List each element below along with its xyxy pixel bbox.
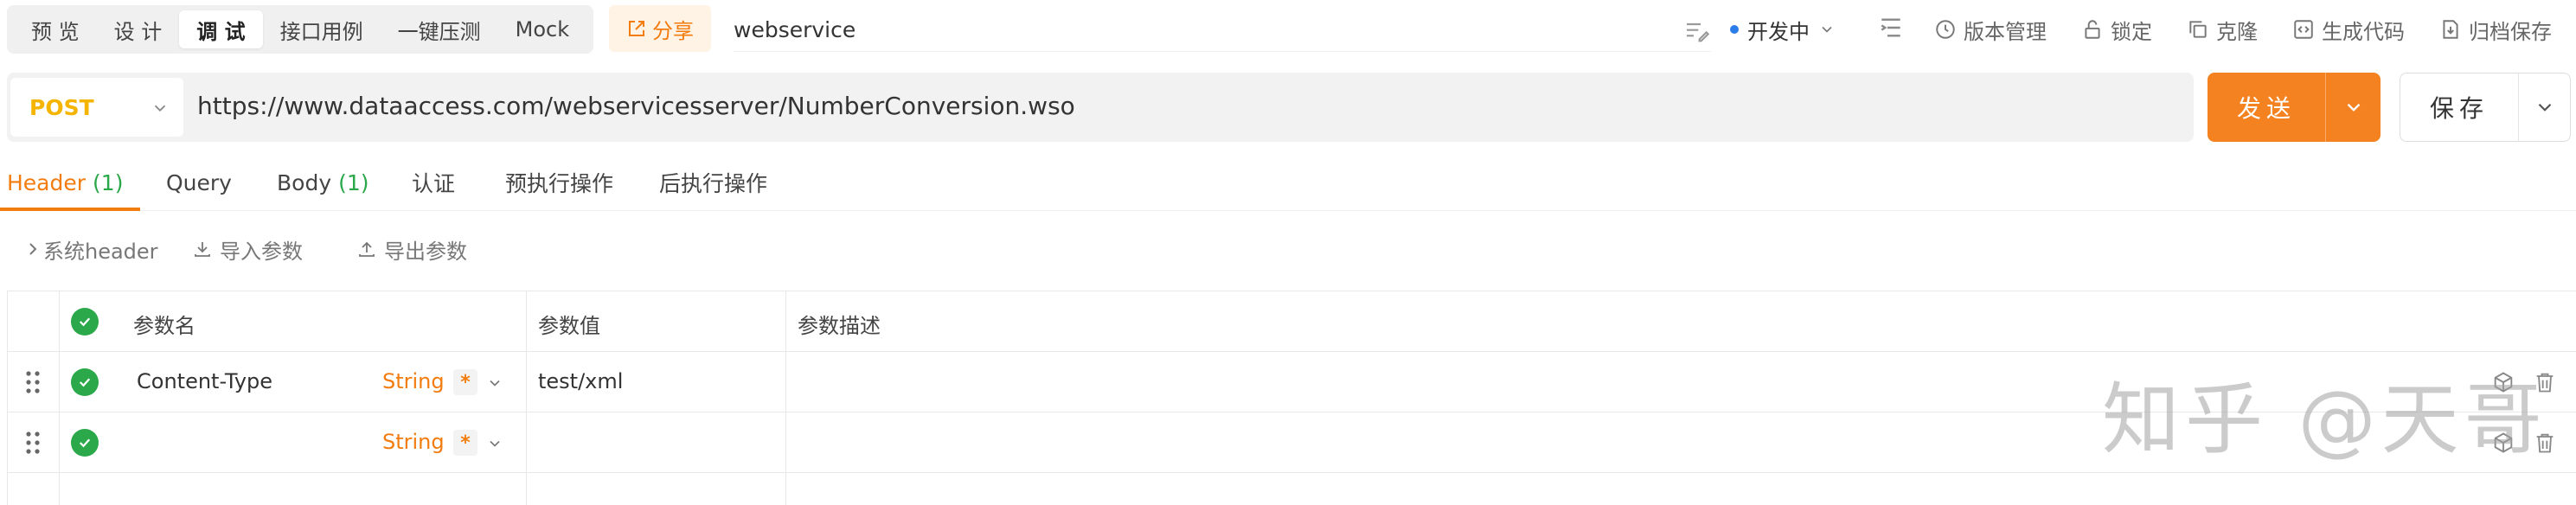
clone-button[interactable]: 克隆 — [2187, 12, 2258, 47]
save-dropdown[interactable] — [2519, 74, 2571, 141]
method-label: POST — [29, 94, 94, 120]
tab-query[interactable]: Query — [166, 154, 232, 211]
tab-design[interactable]: 设 计 — [97, 10, 180, 48]
active-tab-indicator — [0, 208, 140, 211]
check-icon — [79, 317, 91, 327]
chevron-down-icon — [154, 105, 166, 112]
clock-icon — [1936, 20, 1955, 39]
drag-handle-icon[interactable] — [24, 370, 42, 394]
tab-auth[interactable]: 认证 — [412, 154, 455, 211]
required-toggle[interactable]: * — [453, 369, 477, 395]
header-param-name: 参数名 — [133, 314, 195, 338]
upload-icon — [359, 241, 375, 257]
code-icon — [2294, 20, 2313, 39]
header-param-value: 参数值 — [538, 314, 600, 338]
tab-header[interactable]: Header (1) — [7, 154, 123, 211]
lock-label: 锁定 — [2111, 19, 2152, 44]
tab-test-case[interactable]: 接口用例 — [263, 10, 381, 48]
select-all-checkbox[interactable] — [71, 308, 99, 336]
row-enable-checkbox[interactable] — [71, 429, 99, 457]
param-name-input[interactable]: Content-Type — [137, 369, 272, 393]
chevron-right-icon — [29, 243, 37, 255]
request-tabs: Header (1) Query Body (1) 认证 预执行操作 后执行操作 — [0, 154, 2576, 211]
drag-handle-icon[interactable] — [24, 431, 42, 455]
url-bar: POST https://www.dataaccess.com/webservi… — [7, 73, 2194, 142]
archive-label: 归档保存 — [2469, 19, 2552, 44]
lock-button[interactable]: 锁定 — [2081, 12, 2152, 47]
send-button[interactable]: 发送 — [2208, 73, 2381, 142]
tab-debug[interactable]: 调 试 — [179, 10, 263, 48]
archive-button[interactable]: 归档保存 — [2439, 12, 2552, 47]
method-select[interactable]: POST — [10, 78, 183, 137]
system-header-label: 系统header — [43, 239, 158, 264]
share-label: 分享 — [652, 18, 694, 43]
chevron-down-icon — [2347, 103, 2360, 112]
tab-query-label: Query — [166, 169, 232, 195]
send-label: 发送 — [2236, 94, 2296, 123]
chevron-down-icon — [2538, 103, 2552, 112]
cube-icon[interactable] — [2491, 370, 2515, 394]
lock-icon — [2085, 20, 2100, 39]
export-params-label: 导出参数 — [384, 239, 467, 264]
chevron-down-icon[interactable] — [486, 374, 503, 392]
tab-pre-script[interactable]: 预执行操作 — [505, 154, 613, 211]
header-param-desc: 参数描述 — [798, 314, 881, 338]
download-icon — [195, 242, 210, 257]
tab-post-script[interactable]: 后执行操作 — [659, 154, 767, 211]
status-dot-icon — [1730, 25, 1739, 34]
tab-body[interactable]: Body (1) — [277, 154, 369, 211]
archive-icon — [2443, 20, 2458, 39]
tab-post-script-label: 后执行操作 — [659, 171, 768, 196]
import-params-button[interactable]: 导入参数 — [192, 232, 303, 266]
table-header-row: 参数名 参数值 参数描述 — [7, 291, 2576, 352]
version-button[interactable]: 版本管理 — [1934, 12, 2047, 47]
param-type-select[interactable]: String — [382, 369, 445, 393]
table-row: Content-Type String * test/xml — [7, 352, 2576, 412]
clone-label: 克隆 — [2216, 19, 2258, 44]
tab-header-count: (1) — [93, 169, 124, 195]
check-icon — [79, 438, 91, 448]
param-type-select[interactable]: String — [382, 430, 445, 454]
generate-code-button[interactable]: 生成代码 — [2292, 12, 2405, 47]
copy-icon — [2189, 21, 2207, 38]
import-params-label: 导入参数 — [220, 239, 303, 264]
mode-tabs: 预 览 设 计 调 试 接口用例 一键压测 Mock — [7, 5, 594, 54]
version-label: 版本管理 — [1964, 19, 2047, 44]
share-button[interactable]: 分享 — [609, 5, 711, 52]
param-value-input[interactable]: test/xml — [538, 369, 623, 393]
required-toggle[interactable]: * — [453, 430, 477, 456]
param-table: 参数名 参数值 参数描述 Content-Type String * test/… — [7, 291, 2576, 505]
trash-icon[interactable] — [2533, 431, 2557, 455]
chevron-down-icon[interactable] — [486, 435, 503, 452]
api-name-field[interactable]: webservice — [734, 10, 1711, 52]
table-row: String * — [7, 412, 2576, 473]
status-label: 开发中 — [1747, 19, 1810, 44]
edit-icon[interactable] — [1683, 17, 1711, 45]
tab-body-label: Body — [277, 169, 332, 195]
export-params-button[interactable]: 导出参数 — [356, 232, 467, 266]
tab-load-test[interactable]: 一键压测 — [381, 10, 498, 48]
chevron-down-icon — [1822, 26, 1832, 33]
status-select[interactable]: 开发中 — [1730, 12, 1836, 47]
tab-mock[interactable]: Mock — [498, 10, 586, 48]
system-header-toggle[interactable]: 系统header — [22, 232, 158, 266]
tab-body-count: (1) — [338, 169, 369, 195]
generate-code-label: 生成代码 — [2322, 19, 2405, 44]
tab-header-label: Header — [7, 169, 87, 195]
api-name-text: webservice — [734, 17, 856, 42]
save-button[interactable]: 保存 — [2400, 73, 2571, 142]
outline-icon[interactable] — [1877, 14, 1905, 42]
tab-pre-script-label: 预执行操作 — [505, 171, 614, 196]
tab-auth-label: 认证 — [412, 171, 456, 196]
trash-icon[interactable] — [2533, 370, 2557, 394]
save-label: 保存 — [2429, 94, 2489, 123]
row-enable-checkbox[interactable] — [71, 368, 99, 396]
url-input[interactable]: https://www.dataaccess.com/webservicesse… — [197, 92, 1075, 120]
cube-icon[interactable] — [2491, 431, 2515, 455]
check-icon — [79, 378, 91, 387]
send-dropdown[interactable] — [2326, 73, 2381, 142]
tab-preview[interactable]: 预 览 — [14, 10, 97, 48]
share-icon — [629, 21, 644, 36]
